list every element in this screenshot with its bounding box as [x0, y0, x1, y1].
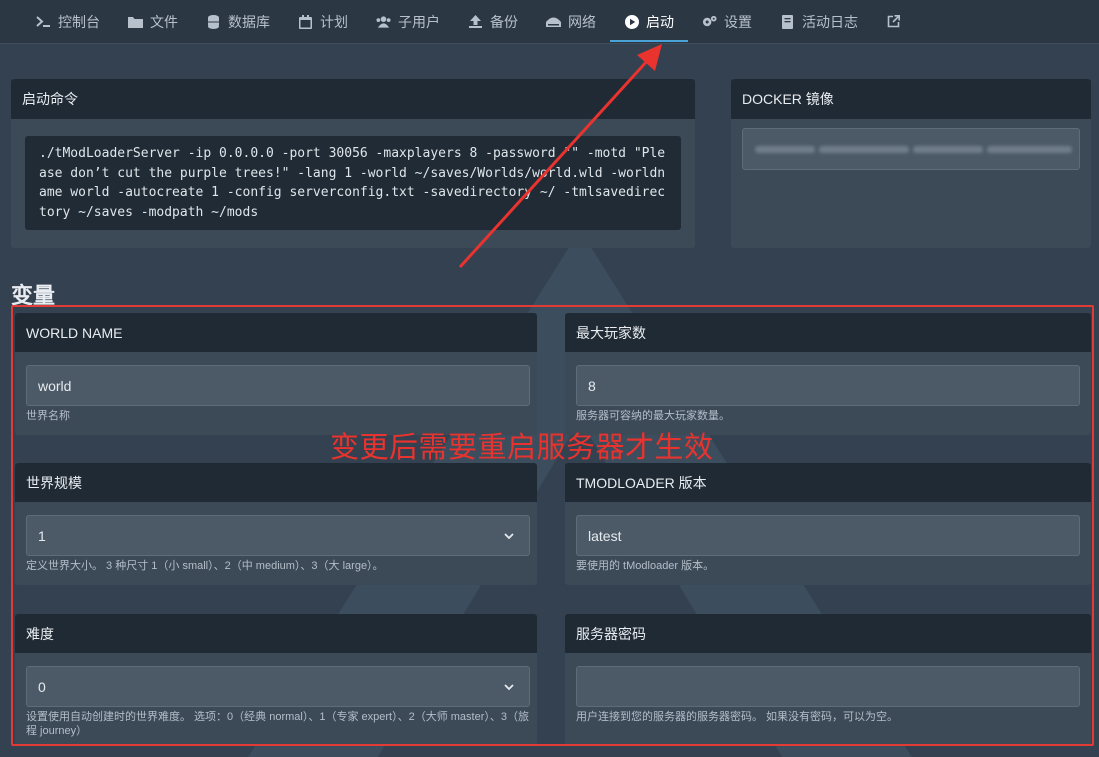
nav-backups[interactable]: 备份: [454, 0, 532, 44]
nav-label: 文件: [150, 13, 178, 30]
nav-label: 网络: [568, 13, 596, 30]
select-value: 1: [38, 527, 46, 544]
annotation-text: 变更后需要重启服务器才生效: [330, 430, 714, 464]
variable-hint: 要使用的 tModloader 版本。: [576, 560, 715, 572]
variable-hint: 服务器可容纳的最大玩家数量。: [576, 410, 730, 422]
nav-label: 启动: [646, 13, 674, 30]
variable-label: 最大玩家数: [565, 313, 1091, 352]
nav-label: 控制台: [58, 13, 100, 30]
variable-hint: 设置使用自动创建时的世界难度。 选项：0（经典 normal）、1（专家 exp…: [26, 711, 530, 737]
docker-image-value-redacted: [755, 145, 1072, 153]
nav-console[interactable]: 控制台: [22, 0, 114, 44]
world-size-select[interactable]: 1: [26, 515, 530, 556]
variable-world-size: 世界规模 1 定义世界大小。 3 种尺寸 1（小 small）、2（中 medi…: [15, 463, 537, 585]
variable-hint: 用户连接到您的服务器的服务器密码。 如果没有密码，可以为空。: [576, 711, 899, 723]
users-icon: [376, 14, 391, 29]
variable-label: WORLD NAME: [15, 313, 537, 352]
docker-image-select[interactable]: [742, 128, 1080, 170]
book-icon: [780, 14, 795, 29]
nav-label: 子用户: [398, 13, 440, 30]
docker-image-title: DOCKER 镜像: [731, 79, 1091, 119]
select-value: 0: [38, 678, 46, 695]
variable-label: TMODLOADER 版本: [565, 463, 1091, 502]
world-name-input[interactable]: world: [26, 365, 530, 406]
nav-schedules[interactable]: 计划: [284, 0, 362, 44]
startup-command-text: ./tModLoaderServer -ip 0.0.0.0 -port 300…: [25, 136, 681, 230]
folder-icon: [128, 14, 143, 29]
network-icon: [546, 14, 561, 29]
server-password-input[interactable]: [576, 666, 1080, 707]
nav-external-link[interactable]: [872, 0, 922, 44]
nav-activity-log[interactable]: 活动日志: [766, 0, 872, 44]
nav-label: 数据库: [228, 13, 270, 30]
nav-databases[interactable]: 数据库: [192, 0, 284, 44]
external-link-icon: [886, 14, 901, 29]
nav-label: 活动日志: [802, 13, 858, 30]
variable-hint: 世界名称: [26, 410, 70, 422]
nav-startup[interactable]: 启动: [610, 0, 688, 44]
calendar-icon: [298, 14, 313, 29]
nav-label: 备份: [490, 13, 518, 30]
play-icon: [624, 14, 639, 29]
nav-label: 计划: [320, 13, 348, 30]
chevron-down-icon: [504, 533, 514, 540]
variable-label: 世界规模: [15, 463, 537, 502]
database-icon: [206, 14, 221, 29]
max-players-input[interactable]: 8: [576, 365, 1080, 406]
nav-network[interactable]: 网络: [532, 0, 610, 44]
startup-command-card: 启动命令 ./tModLoaderServer -ip 0.0.0.0 -por…: [11, 79, 695, 248]
variable-label: 服务器密码: [565, 614, 1091, 653]
chevron-down-icon: [504, 684, 514, 691]
tmodloader-version-input[interactable]: latest: [576, 515, 1080, 556]
variable-server-password: 服务器密码 用户连接到您的服务器的服务器密码。 如果没有密码，可以为空。: [565, 614, 1091, 746]
nav-files[interactable]: 文件: [114, 0, 192, 44]
variable-label: 难度: [15, 614, 537, 653]
difficulty-select[interactable]: 0: [26, 666, 530, 707]
top-navigation: 控制台 文件 数据库 计划 子用户 备份 网络 启动 设置 活动日志: [0, 0, 1099, 44]
variable-world-name: WORLD NAME world 世界名称: [15, 313, 537, 435]
variable-difficulty: 难度 0 设置使用自动创建时的世界难度。 选项：0（经典 normal）、1（专…: [15, 614, 537, 746]
nav-settings[interactable]: 设置: [688, 0, 766, 44]
startup-command-title: 启动命令: [11, 79, 695, 119]
nav-subusers[interactable]: 子用户: [362, 0, 454, 44]
nav-label: 设置: [724, 13, 752, 30]
variable-tmodloader-version: TMODLOADER 版本 latest 要使用的 tModloader 版本。: [565, 463, 1091, 585]
upload-icon: [468, 14, 483, 29]
variable-hint: 定义世界大小。 3 种尺寸 1（小 small）、2（中 medium）、3（大…: [26, 560, 384, 572]
variable-max-players: 最大玩家数 8 服务器可容纳的最大玩家数量。: [565, 313, 1091, 435]
variables-heading: 变量: [11, 283, 56, 308]
docker-image-card: DOCKER 镜像: [731, 79, 1091, 248]
gears-icon: [702, 14, 717, 29]
terminal-icon: [36, 14, 51, 29]
